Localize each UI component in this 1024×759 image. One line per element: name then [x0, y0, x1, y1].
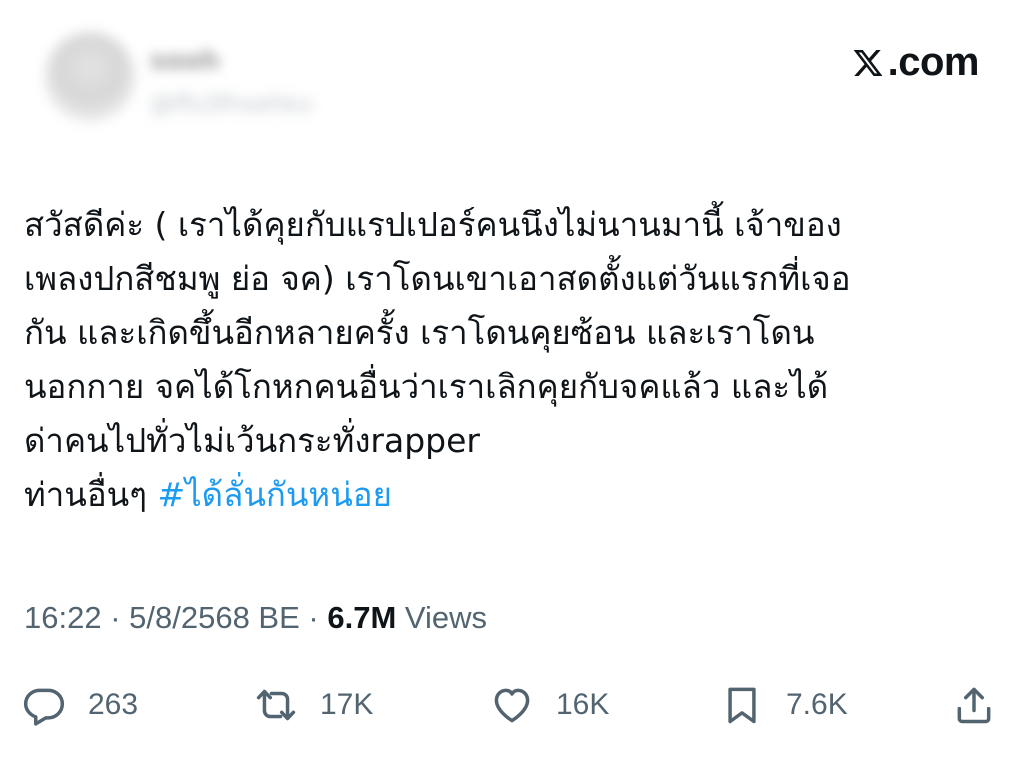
share-icon [957, 687, 991, 724]
hashtag-link[interactable]: #ได้ลั่นกันหน่อย [157, 475, 391, 514]
like-button[interactable]: 16K [490, 670, 609, 740]
tweet-line: กัน และเกิดขึ้นอีกหลายครั้ง เราโดนคุยซ้อ… [24, 313, 815, 352]
tweet-line: สวัสดีค่ะ ( เราได้คุยกับแรปเปอร์คนนึงไม่… [24, 205, 842, 244]
share-button[interactable] [952, 670, 996, 740]
reply-button[interactable]: 263 [22, 670, 138, 740]
tweet-meta: 16:22 · 5/8/2568 BE · 6.7M Views [24, 600, 487, 636]
reply-count: 263 [88, 688, 139, 721]
tweet-header: sooh @ffs3fhsehkx .com [0, 0, 1024, 150]
meta-separator: · [101, 600, 130, 635]
action-bar: 263 17K 16K 7.6K [0, 670, 1024, 740]
repost-count: 17K [320, 688, 374, 721]
repost-button[interactable]: 17K [254, 670, 373, 740]
user-handle[interactable]: @ffs3fhsehkx [150, 90, 313, 118]
tweet-line: ด่าคนไปทั่วไม่เว้นกระทั่งrapper [24, 421, 480, 460]
tweet-last-line: ท่านอื่นๆ #ได้ลั่นกันหน่อย [24, 468, 1004, 522]
tweet-text: สวัสดีค่ะ ( เราได้คุยกับแรปเปอร์คนนึงไม่… [24, 198, 1004, 522]
repost-icon [256, 689, 296, 721]
bookmark-button[interactable]: 7.6K [720, 670, 848, 740]
tweet-date[interactable]: 5/8/2568 BE [129, 600, 300, 635]
views-count: 6.7M [327, 600, 397, 635]
x-logo-icon [853, 49, 883, 76]
display-name[interactable]: sooh [150, 46, 220, 76]
x-com-brand: .com [852, 40, 980, 85]
like-count: 16K [556, 688, 610, 721]
reply-icon [23, 688, 65, 726]
tweet-line-prefix: ท่านอื่นๆ [24, 475, 158, 514]
like-icon [494, 688, 530, 723]
brand-domain: .com [887, 40, 980, 84]
tweet-line: นอกกาย จคได้โกหกคนอื่นว่าเราเลิกคุยกับจค… [24, 367, 829, 406]
views-label: Views [396, 600, 488, 635]
tweet-line: เพลงปกสีชมพู ย่อ จค) เราโดนเขาเอาสดตั้งแ… [24, 259, 851, 298]
avatar[interactable] [45, 32, 135, 122]
tweet-time[interactable]: 16:22 [24, 600, 102, 635]
meta-separator: · [299, 600, 328, 635]
bookmark-icon [728, 687, 756, 724]
bookmark-count: 7.6K [786, 688, 848, 721]
